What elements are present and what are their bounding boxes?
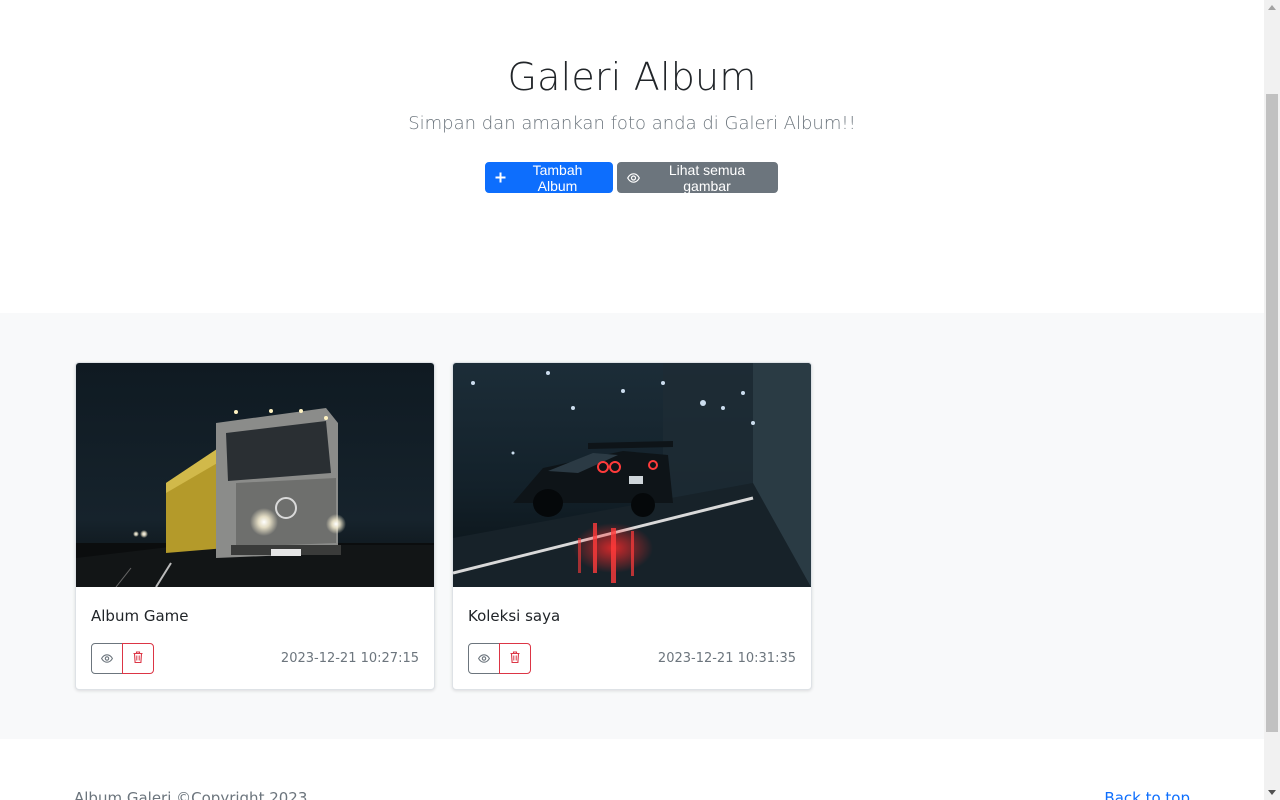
trash-icon (133, 650, 143, 668)
copyright-text: Album Galeri ©Copyright 2023 (74, 789, 308, 800)
vertical-scrollbar[interactable] (1264, 0, 1280, 800)
album-actions (91, 643, 154, 674)
album-card: Album Game 2023-12-21 10:27:15 (75, 362, 435, 690)
page-title: Galeri Album (507, 55, 757, 99)
view-all-images-label: Lihat semua gambar (668, 161, 746, 194)
view-album-button[interactable] (91, 643, 123, 674)
page: Galeri Album Simpan dan amankan foto and… (0, 0, 1264, 800)
album-card: Koleksi saya 2023-12-21 10:31:35 (452, 362, 812, 690)
album-list-section: Album Game 2023-12-21 10:27:15 Koleksi s… (0, 313, 1264, 739)
eye-icon (627, 171, 640, 185)
view-album-button[interactable] (468, 643, 500, 674)
eye-icon (477, 650, 491, 668)
delete-album-button[interactable] (122, 643, 154, 674)
album-actions (468, 643, 531, 674)
add-album-label: Tambah Album (532, 161, 583, 194)
scroll-down-arrow[interactable] (1268, 790, 1276, 795)
view-all-images-button[interactable]: Lihat semua gambar (617, 161, 778, 194)
eye-icon (100, 650, 114, 668)
back-to-top-link[interactable]: Back to top (1104, 789, 1190, 800)
album-cover-image[interactable] (453, 363, 811, 587)
album-date: 2023-12-21 10:27:15 (280, 651, 419, 666)
scrollbar-thumb[interactable] (1266, 94, 1278, 732)
album-title: Koleksi saya (468, 607, 561, 625)
plus-icon (495, 171, 506, 185)
album-title: Album Game (91, 607, 189, 625)
scroll-up-arrow[interactable] (1268, 5, 1276, 10)
album-cover-image[interactable] (76, 363, 434, 587)
hero-section: Galeri Album Simpan dan amankan foto and… (0, 0, 1264, 313)
footer: Album Galeri ©Copyright 2023 Back to top (0, 739, 1264, 800)
delete-album-button[interactable] (499, 643, 531, 674)
trash-icon (510, 650, 520, 668)
album-date: 2023-12-21 10:31:35 (657, 651, 796, 666)
hero-actions: Tambah Album Lihat semua gambar (485, 161, 778, 194)
page-subtitle: Simpan dan amankan foto anda di Galeri A… (408, 113, 856, 134)
add-album-button[interactable]: Tambah Album (485, 161, 613, 194)
